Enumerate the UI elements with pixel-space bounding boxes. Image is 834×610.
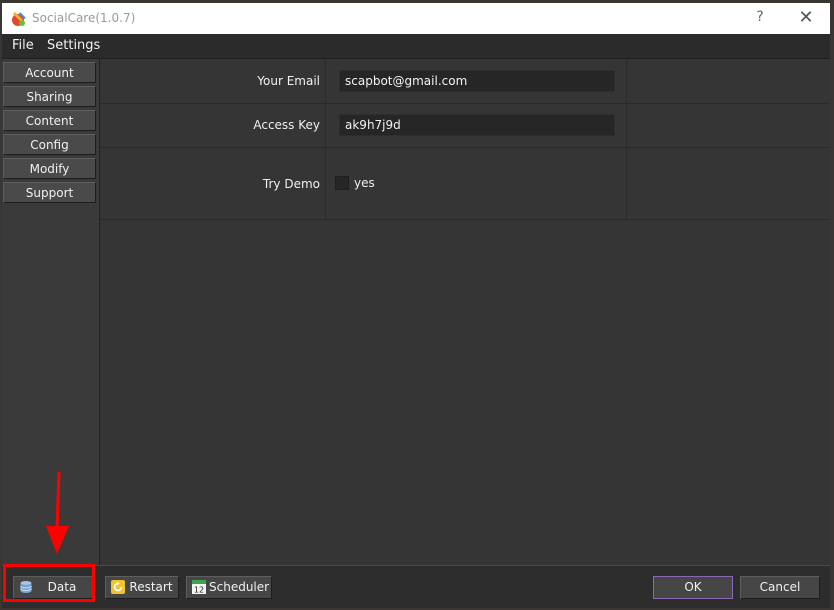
email-field[interactable] (339, 70, 615, 92)
cancel-button[interactable]: Cancel (740, 576, 820, 599)
footer-bar: Data Restart 12 Scheduler OK Cancel (2, 565, 830, 608)
restart-button[interactable]: Restart (105, 576, 179, 599)
close-button[interactable]: ✕ (796, 7, 816, 29)
sidebar-item-support[interactable]: Support (3, 182, 96, 203)
help-button[interactable]: ? (752, 9, 768, 27)
menu-file[interactable]: File (12, 38, 34, 53)
window-title: SocialCare(1.0.7) (32, 11, 136, 25)
email-row: Your Email (100, 59, 830, 104)
try-demo-checkbox[interactable] (335, 176, 349, 190)
restart-button-label: Restart (129, 580, 173, 594)
title-bar: SocialCare(1.0.7) ? ✕ (2, 3, 830, 34)
calendar-icon: 12 (192, 580, 206, 594)
menu-bar: File Settings (2, 34, 830, 59)
account-settings-panel: Your Email Access Key Try Demo yes (100, 59, 830, 565)
sidebar-item-content[interactable]: Content (3, 110, 96, 131)
sidebar-item-config[interactable]: Config (3, 134, 96, 155)
sidebar-item-account[interactable]: Account (3, 62, 96, 83)
try-demo-row: Try Demo yes (100, 148, 830, 220)
email-label: Your Email (257, 74, 320, 88)
annotation-highlight-box (3, 564, 95, 602)
access-key-row: Access Key (100, 104, 830, 148)
scheduler-button[interactable]: 12 Scheduler (186, 576, 272, 599)
app-logo-icon (12, 12, 26, 26)
ok-button[interactable]: OK (653, 576, 733, 599)
access-key-label: Access Key (253, 118, 320, 132)
try-demo-option-label[interactable]: yes (354, 176, 375, 190)
sidebar-item-modify[interactable]: Modify (3, 158, 96, 179)
calendar-icon-number: 12 (194, 586, 204, 595)
access-key-field[interactable] (339, 114, 615, 136)
annotation-arrow-icon (46, 471, 69, 554)
restart-icon (111, 580, 125, 594)
sidebar-item-sharing[interactable]: Sharing (3, 86, 96, 107)
scheduler-button-label: Scheduler (209, 580, 270, 594)
try-demo-label: Try Demo (262, 177, 320, 191)
menu-settings[interactable]: Settings (47, 38, 100, 53)
app-window: SocialCare(1.0.7) ? ✕ File Settings Acco… (2, 3, 830, 608)
